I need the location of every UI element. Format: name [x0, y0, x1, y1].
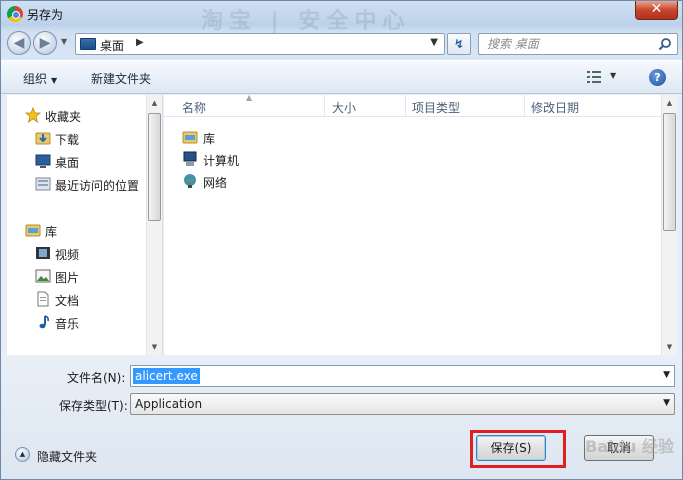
- recent-places-icon: [35, 177, 51, 191]
- computer-icon: [183, 151, 197, 166]
- filetype-value: Application: [135, 397, 203, 411]
- file-name: 库: [203, 132, 216, 146]
- library-icon: [25, 224, 41, 237]
- sidebar-item-videos[interactable]: 视频: [7, 243, 147, 263]
- recent-pages-dropdown-icon[interactable]: ▼: [61, 37, 67, 46]
- address-bar[interactable]: 桌面 ▶ ▼: [75, 33, 445, 55]
- chrome-icon: [7, 6, 23, 22]
- organize-label: 组织: [23, 72, 48, 86]
- organize-button[interactable]: 组织 ▼: [23, 70, 57, 87]
- baidu-watermark: Baidu 经验: [585, 437, 674, 456]
- back-button[interactable]: ◀: [7, 31, 31, 55]
- navigation-pane-scrollbar[interactable]: ▲ ▼: [146, 95, 162, 355]
- search-icon[interactable]: [658, 37, 672, 51]
- close-button[interactable]: ✕: [635, 1, 678, 20]
- network-icon: [184, 174, 196, 188]
- scroll-up-icon[interactable]: ▲: [147, 95, 162, 111]
- column-divider[interactable]: [524, 95, 525, 117]
- column-header-modified[interactable]: 修改日期: [531, 99, 579, 116]
- filename-label: 文件名(N):: [67, 371, 126, 385]
- desktop-icon: [35, 154, 51, 168]
- download-folder-icon: [35, 132, 51, 145]
- title-bar: 另存为 淘宝 | 安全中心 ✕: [1, 1, 682, 34]
- picture-library-icon: [35, 269, 51, 283]
- document-library-icon: [37, 291, 49, 307]
- navigation-pane: 收藏夹 下载 桌面 最近访问的位置 库 视频 图片 文档 音乐 ▲ ▼: [7, 95, 163, 355]
- music-library-icon: [39, 315, 49, 329]
- sidebar-item-libraries[interactable]: 库: [7, 220, 147, 240]
- view-options-icon[interactable]: [587, 71, 601, 83]
- help-icon[interactable]: ?: [649, 69, 666, 86]
- list-item[interactable]: 计算机: [182, 149, 322, 169]
- column-header-name[interactable]: 名称: [182, 99, 206, 116]
- filename-combobox[interactable]: alicert.exe ▼: [130, 365, 675, 387]
- star-icon: [25, 107, 41, 123]
- file-name: 计算机: [203, 154, 240, 168]
- library-icon: [182, 131, 198, 144]
- file-list-pane: ▲ 名称 大小 项目类型 修改日期 库 计算机 网络 ▲ ▼: [164, 93, 677, 355]
- filename-input[interactable]: alicert.exe: [133, 368, 200, 384]
- scroll-thumb[interactable]: [663, 113, 676, 231]
- filetype-select[interactable]: Application ▼: [130, 393, 675, 415]
- dialog-title: 另存为: [27, 8, 64, 22]
- sidebar-item-label: 桌面: [55, 156, 80, 170]
- sidebar-item-pictures[interactable]: 图片: [7, 266, 147, 286]
- address-dropdown-icon[interactable]: ▼: [430, 37, 438, 48]
- column-divider[interactable]: [405, 95, 406, 117]
- sidebar-item-label: 视频: [55, 248, 80, 262]
- file-name: 网络: [203, 176, 228, 190]
- breadcrumb-chevron-icon[interactable]: ▶: [136, 37, 144, 48]
- sidebar-item-label: 下载: [55, 133, 80, 147]
- scroll-down-icon[interactable]: ▼: [147, 339, 162, 355]
- search-box[interactable]: [478, 33, 678, 55]
- sidebar-item-downloads[interactable]: 下载: [7, 128, 147, 148]
- scroll-down-icon[interactable]: ▼: [662, 339, 677, 355]
- scroll-thumb[interactable]: [148, 113, 161, 221]
- sidebar-item-recent-places[interactable]: 最近访问的位置: [7, 174, 147, 194]
- sidebar-item-label: 音乐: [55, 317, 80, 331]
- save-form: 文件名(N): alicert.exe ▼ 保存类型(T): Applicati…: [1, 355, 682, 479]
- column-divider[interactable]: [324, 95, 325, 117]
- sidebar-item-desktop[interactable]: 桌面: [7, 151, 147, 171]
- chevron-down-icon: ▼: [51, 76, 58, 85]
- address-text[interactable]: 桌面: [100, 37, 124, 54]
- column-header-row: ▲ 名称 大小 项目类型 修改日期: [164, 93, 662, 117]
- collapse-icon: ▲: [15, 447, 30, 462]
- filetype-label: 保存类型(T):: [59, 399, 128, 413]
- column-header-size[interactable]: 大小: [332, 99, 356, 116]
- desktop-icon: [80, 38, 96, 50]
- sidebar-item-label: 最近访问的位置: [55, 179, 140, 193]
- filetype-dropdown-icon[interactable]: ▼: [663, 398, 670, 408]
- command-toolbar: 组织 ▼ 新建文件夹 ▼ ?: [1, 60, 682, 94]
- sidebar-item-label: 库: [45, 225, 58, 239]
- sidebar-item-label: 图片: [55, 271, 80, 285]
- scroll-up-icon[interactable]: ▲: [662, 95, 677, 111]
- sidebar-item-favorites[interactable]: 收藏夹: [7, 105, 147, 125]
- save-as-dialog: 另存为 淘宝 | 安全中心 ✕ ◀ ▶ ▼ 桌面 ▶ ▼ ↯ 组织▼ 新建文件夹: [0, 0, 683, 480]
- sidebar-item-music[interactable]: 音乐: [7, 312, 147, 332]
- search-input[interactable]: [479, 34, 655, 54]
- file-list-scrollbar[interactable]: ▲ ▼: [661, 95, 677, 355]
- new-folder-button[interactable]: 新建文件夹: [91, 70, 151, 87]
- hide-folders-label: 隐藏文件夹: [37, 450, 98, 464]
- sidebar-item-documents[interactable]: 文档: [7, 289, 147, 309]
- view-dropdown-icon[interactable]: ▼: [610, 71, 616, 80]
- forward-button[interactable]: ▶: [33, 31, 57, 55]
- sort-ascending-icon: ▲: [246, 93, 253, 102]
- navigation-bar: ◀ ▶ ▼ 桌面 ▶ ▼ ↯: [1, 29, 682, 57]
- sidebar-item-label: 收藏夹: [45, 110, 82, 124]
- video-library-icon: [36, 247, 50, 259]
- list-item[interactable]: 网络: [182, 171, 322, 191]
- column-header-type[interactable]: 项目类型: [412, 99, 460, 116]
- sidebar-item-label: 文档: [55, 294, 80, 308]
- filename-dropdown-icon[interactable]: ▼: [663, 370, 670, 380]
- save-button[interactable]: 保存(S): [476, 435, 546, 461]
- list-item[interactable]: 库: [182, 127, 322, 147]
- refresh-button[interactable]: ↯: [447, 33, 471, 55]
